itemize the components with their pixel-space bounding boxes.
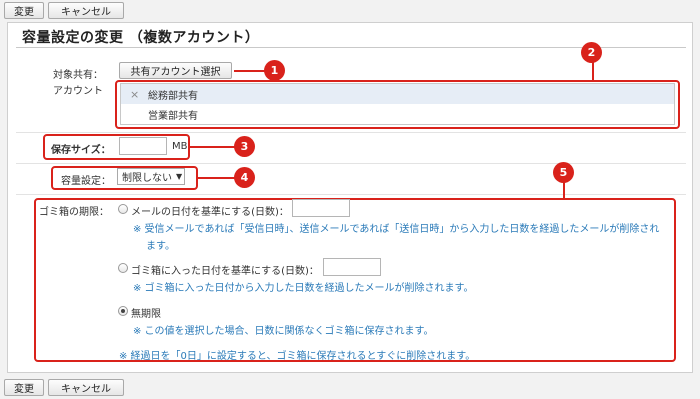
callout-line-4 [198,177,236,179]
callout-box-4 [51,166,198,190]
callout-line-3 [190,146,236,148]
zero-day-note: ※ 経過日を「0日」に設定すると、ゴミ箱に保存されるとすぐに削除されます。 [119,351,476,362]
callout-box-2 [115,80,680,129]
callout-line-5 [563,180,565,200]
radio-unlimited-label[interactable]: 無期限 [131,305,161,320]
trash-date-note: ※ ゴミ箱に入った日付から入力した日数を経過したメールが削除されます。 [133,283,474,294]
mail-date-days-input[interactable] [292,199,350,217]
row-divider [16,194,686,195]
page-title: 容量設定の変更 （複数アカウント） [22,30,260,46]
mail-date-note-2: ます。 [146,241,175,252]
callout-line-2 [592,62,594,82]
callout-box-3 [43,134,190,160]
radio-trash-date-label[interactable]: ゴミ箱に入った日付を基準にする(日数)： [131,262,319,277]
target-label-2: アカウント [53,86,103,97]
row-divider [16,163,686,164]
row-divider [16,132,686,133]
target-label: 対象共有： [53,70,103,81]
change-button-bottom[interactable]: 変更 [4,379,44,396]
cancel-button-bottom[interactable]: キャンセル [48,379,124,396]
callout-badge-4: 4 [234,167,255,188]
trash-expiry-label: ゴミ箱の期限： [39,207,109,218]
callout-badge-5: 5 [553,162,574,183]
radio-trash-date[interactable] [118,263,128,273]
mail-date-note: ※ 受信メールであれば「受信日時」、送信メールであれば「送信日時」から入力した日… [133,224,660,235]
unlimited-note: ※ この値を選択した場合、日数に関係なくゴミ箱に保存されます。 [133,326,434,337]
cancel-button-top[interactable]: キャンセル [48,2,124,19]
callout-badge-3: 3 [234,136,255,157]
radio-mail-date[interactable] [118,204,128,214]
radio-unlimited[interactable] [118,306,128,316]
callout-line-1 [234,70,266,72]
trash-date-days-input[interactable] [323,258,381,276]
select-shared-account-button[interactable]: 共有アカウント選択 [119,62,232,79]
callout-badge-1: 1 [264,60,285,81]
change-button-top[interactable]: 変更 [4,2,44,19]
callout-badge-2: 2 [581,42,602,63]
radio-mail-date-label[interactable]: メールの日付を基準にする(日数)： [131,203,289,218]
